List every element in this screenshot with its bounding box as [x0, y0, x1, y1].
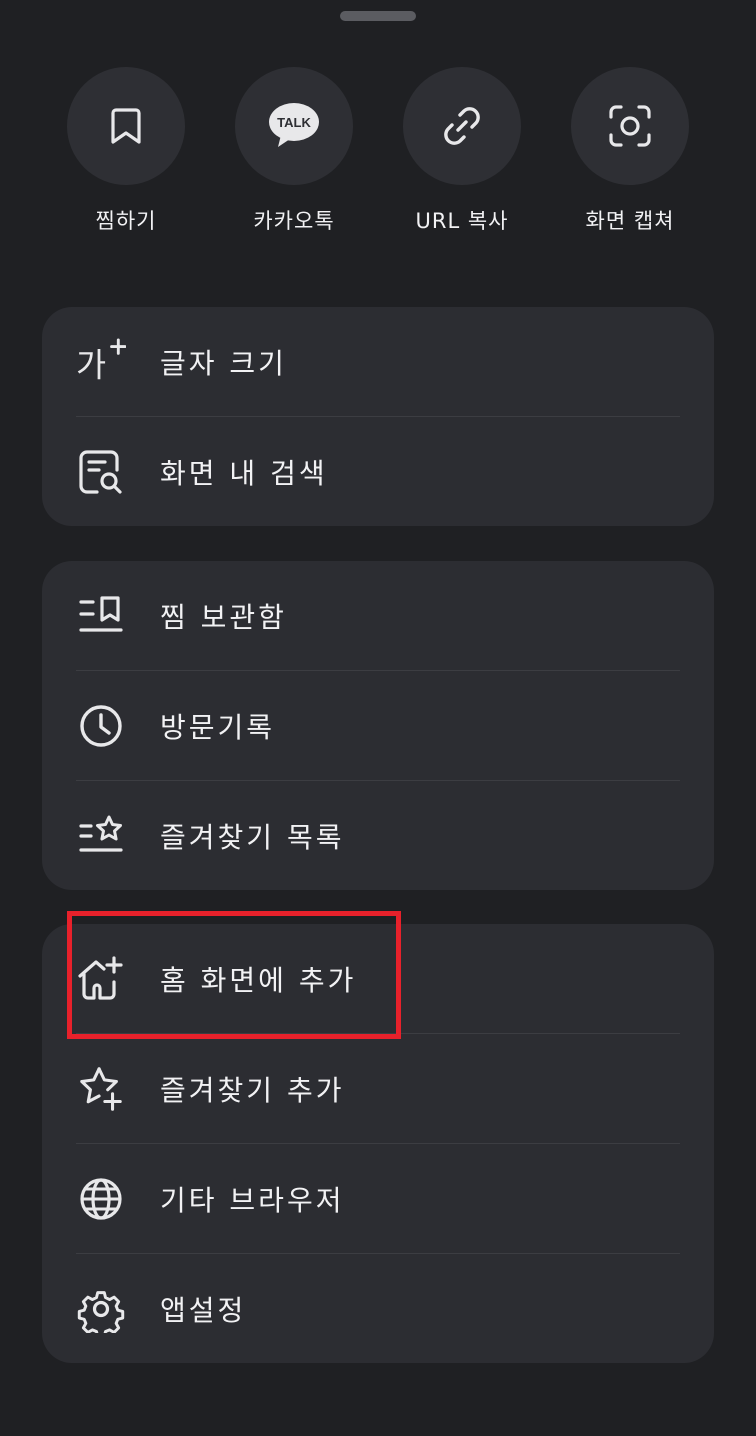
menu-group-view: 가 글자 크기 화면 내 검색	[42, 307, 714, 526]
link-icon	[403, 67, 521, 185]
screen-capture-icon	[571, 67, 689, 185]
screen-capture-button[interactable]: 화면 캡쳐	[546, 67, 714, 235]
menu-item-app-settings[interactable]: 앱설정	[42, 1254, 714, 1363]
menu-item-bookmark-storage[interactable]: 찜 보관함	[42, 561, 714, 670]
menu-group-library: 찜 보관함 방문기록 즐겨찾기 목록	[42, 561, 714, 890]
menu-item-add-to-home-screen[interactable]: 홈 화면에 추가	[42, 924, 714, 1033]
bookmark-list-icon	[76, 591, 126, 641]
menu-item-label: 방문기록	[160, 710, 276, 744]
settings-gear-icon	[76, 1284, 126, 1334]
menu-item-other-browser[interactable]: 기타 브라우저	[42, 1144, 714, 1253]
menu-item-label: 앱설정	[160, 1293, 247, 1327]
history-clock-icon	[76, 701, 126, 751]
kakaotalk-share-button[interactable]: TALK 카카오톡	[210, 67, 378, 235]
menu-item-add-favorite[interactable]: 즐겨찾기 추가	[42, 1034, 714, 1143]
kakaotalk-label: 카카오톡	[253, 209, 335, 233]
bookmark-label: 찜하기	[95, 209, 157, 233]
font-size-icon: 가	[76, 337, 126, 387]
quick-actions-row: 찜하기 TALK 카카오톡 URL 복사 화면 캡쳐	[0, 67, 756, 237]
screen-capture-label: 화면 캡쳐	[585, 209, 675, 233]
globe-icon	[76, 1174, 126, 1224]
menu-item-label: 즐겨찾기 목록	[160, 820, 345, 854]
drag-handle[interactable]	[340, 11, 416, 21]
menu-item-label: 즐겨찾기 추가	[160, 1073, 345, 1107]
kakaotalk-icon-text: TALK	[277, 115, 311, 130]
menu-item-label: 홈 화면에 추가	[160, 963, 357, 997]
copy-url-button[interactable]: URL 복사	[378, 67, 546, 235]
find-in-page-icon	[76, 447, 126, 497]
add-to-home-icon	[76, 954, 126, 1004]
copy-url-label: URL 복사	[415, 209, 509, 233]
favorites-list-icon	[76, 811, 126, 861]
add-favorite-star-icon	[76, 1064, 126, 1114]
font-size-icon-text: 가	[76, 346, 106, 384]
menu-item-favorites-list[interactable]: 즐겨찾기 목록	[42, 781, 714, 890]
menu-item-label: 글자 크기	[160, 346, 287, 380]
menu-item-history[interactable]: 방문기록	[42, 671, 714, 780]
menu-item-label: 기타 브라우저	[160, 1183, 345, 1217]
menu-item-label: 화면 내 검색	[160, 456, 328, 490]
menu-group-other: 홈 화면에 추가 즐겨찾기 추가 기타 브라우저 앱설정	[42, 924, 714, 1363]
kakaotalk-icon: TALK	[235, 67, 353, 185]
menu-item-label: 찜 보관함	[160, 600, 287, 634]
bottom-sheet-menu: 찜하기 TALK 카카오톡 URL 복사 화면 캡쳐 가 글자 크기 화면 내 …	[0, 0, 756, 1436]
menu-item-font-size[interactable]: 가 글자 크기	[42, 307, 714, 416]
bookmark-button[interactable]: 찜하기	[42, 67, 210, 235]
bookmark-icon	[67, 67, 185, 185]
menu-item-find-in-page[interactable]: 화면 내 검색	[42, 417, 714, 526]
